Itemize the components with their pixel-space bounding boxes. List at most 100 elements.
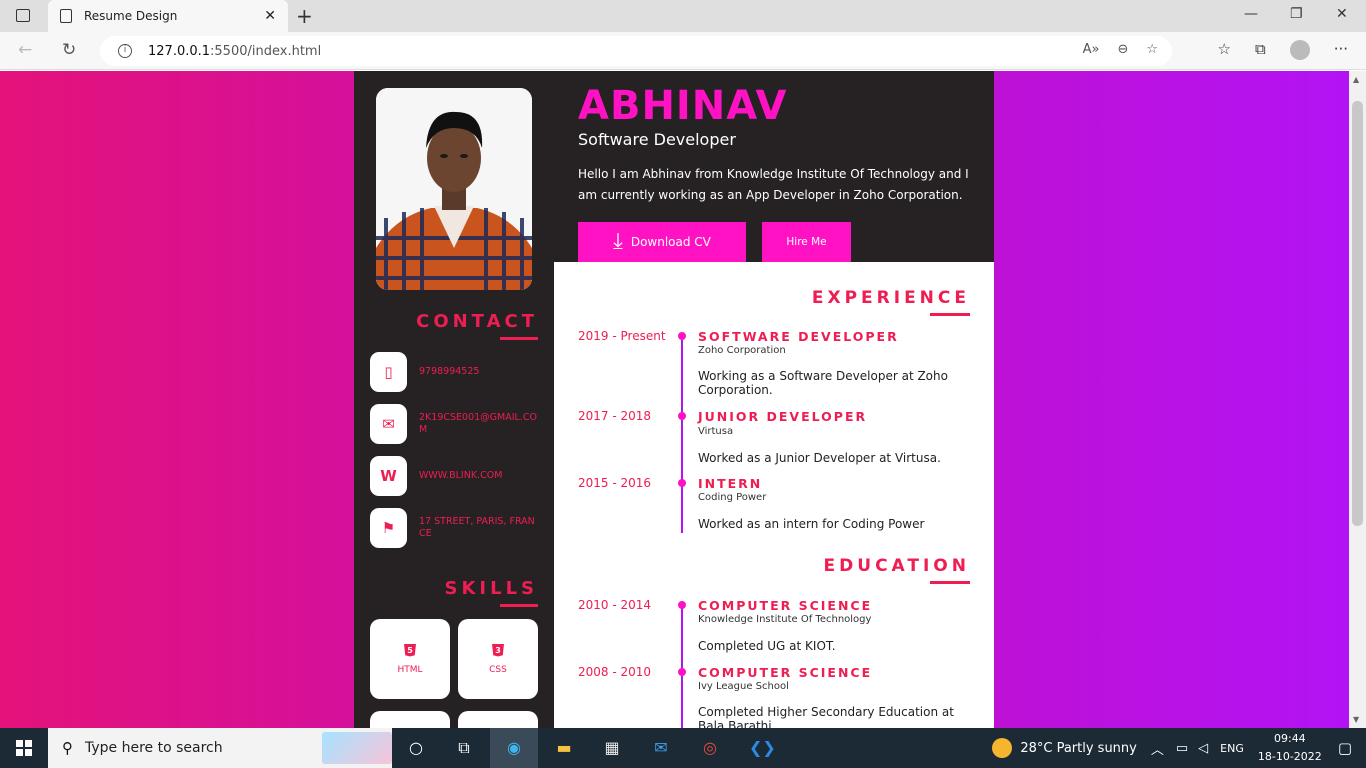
contact-phone[interactable]: ▯ 9798994525 bbox=[370, 352, 542, 392]
download-icon: ⤓ bbox=[613, 229, 623, 254]
browser-tab[interactable]: Resume Design ✕ bbox=[48, 0, 288, 32]
experience-org: Coding Power bbox=[698, 492, 767, 503]
scroll-up-icon[interactable]: ▲ bbox=[1353, 75, 1359, 84]
tray-overflow-icon[interactable]: ︿ bbox=[1151, 739, 1164, 758]
person-name: ABHINAV bbox=[578, 83, 788, 129]
education-timeline-line bbox=[681, 601, 683, 728]
tab-close-button[interactable]: ✕ bbox=[264, 8, 276, 24]
url-text[interactable]: 127.0.0.1:5500/index.html bbox=[148, 44, 321, 59]
education-years: 2008 - 2010 bbox=[578, 665, 652, 679]
resume-card: CONTACT ▯ 9798994525 ✉ 2K19CSE001@GMAIL.… bbox=[354, 71, 994, 728]
hire-me-button[interactable]: Hire Me bbox=[762, 222, 851, 262]
skill-card[interactable] bbox=[458, 711, 538, 728]
chrome-icon[interactable]: ◎ bbox=[699, 738, 721, 758]
contact-address[interactable]: ⚑ 17 STREET, PARIS, FRANCE bbox=[370, 508, 542, 548]
page-icon bbox=[60, 9, 72, 23]
phone-icon: ▯ bbox=[370, 352, 407, 392]
clock-time: 09:44 bbox=[1273, 732, 1306, 745]
download-cv-label: Download CV bbox=[630, 235, 711, 249]
reload-button[interactable]: ↻ bbox=[62, 40, 76, 60]
weather-icon[interactable] bbox=[992, 738, 1013, 758]
skill-label: CSS bbox=[489, 664, 507, 675]
vscode-icon[interactable]: ❮❯ bbox=[749, 738, 776, 758]
experience-org: Virtusa bbox=[698, 426, 734, 437]
cortana-icon[interactable]: ○ bbox=[405, 738, 427, 758]
timeline-dot bbox=[678, 479, 686, 487]
task-view-icon[interactable]: ⧉ bbox=[453, 738, 475, 758]
url-field[interactable]: i 127.0.0.1:5500/index.html A» ⊖ ☆ bbox=[100, 36, 1172, 66]
skill-card-css[interactable]: 3 CSS bbox=[458, 619, 538, 699]
zoom-icon[interactable]: ⊖ bbox=[1117, 42, 1128, 57]
read-aloud-icon[interactable]: A» bbox=[1083, 42, 1100, 57]
education-heading: EDUCATION bbox=[823, 556, 971, 584]
close-window-button[interactable]: ✕ bbox=[1336, 6, 1348, 22]
new-tab-button[interactable]: + bbox=[296, 4, 313, 28]
volume-icon[interactable]: ◁ bbox=[1198, 741, 1208, 756]
windows-start-icon[interactable] bbox=[16, 740, 32, 756]
skills-heading: SKILLS bbox=[444, 578, 538, 607]
experience-title: INTERN bbox=[698, 476, 763, 491]
person-role: Software Developer bbox=[578, 130, 736, 149]
profile-avatar[interactable] bbox=[1289, 40, 1310, 60]
experience-years: 2017 - 2018 bbox=[578, 409, 652, 423]
mail-icon: ✉ bbox=[370, 404, 407, 444]
experience-desc: Working as a Software Developer at Zoho … bbox=[698, 369, 948, 397]
taskbar: ⚲ Type here to search ○ ⧉ ◉ ▬ ▦ ✉ ◎ ❮❯ 2… bbox=[0, 728, 1366, 768]
skill-label: HTML bbox=[397, 664, 423, 675]
experience-desc: Worked as a Junior Developer at Virtusa. bbox=[698, 451, 941, 465]
add-favorite-icon[interactable]: ☆ bbox=[1146, 42, 1158, 57]
hero-section: ABHINAV Software Developer Hello I am Ab… bbox=[554, 71, 994, 262]
contact-address-text: 17 STREET, PARIS, FRANCE bbox=[419, 516, 535, 539]
contact-website[interactable]: W WWW.BLINK.COM bbox=[370, 456, 542, 496]
resume-sidebar: CONTACT ▯ 9798994525 ✉ 2K19CSE001@GMAIL.… bbox=[354, 71, 554, 728]
experience-desc: Worked as an intern for Coding Power bbox=[698, 517, 925, 531]
tab-actions-icon[interactable] bbox=[16, 9, 30, 22]
timeline-dot bbox=[678, 332, 686, 340]
restore-button[interactable]: ❐ bbox=[1290, 6, 1303, 22]
education-years: 2010 - 2014 bbox=[578, 598, 652, 612]
weather-text[interactable]: 28°C Partly sunny bbox=[1020, 741, 1137, 756]
tab-title: Resume Design bbox=[84, 9, 178, 23]
minimize-button[interactable]: — bbox=[1244, 6, 1258, 22]
profile-photo bbox=[376, 88, 532, 290]
back-button[interactable]: ← bbox=[18, 40, 32, 60]
store-icon[interactable]: ▦ bbox=[601, 738, 623, 758]
html5-icon: 5 bbox=[404, 643, 416, 657]
contact-email[interactable]: ✉ 2K19CSE001@GMAIL.COM bbox=[370, 404, 542, 444]
experience-org: Zoho Corporation bbox=[698, 345, 786, 356]
page-scrollbar[interactable]: ▲ ▼ bbox=[1349, 71, 1366, 728]
favorites-icon[interactable]: ☆ bbox=[1218, 40, 1231, 60]
collections-icon[interactable]: ⧉ bbox=[1255, 40, 1266, 60]
education-title: COMPUTER SCIENCE bbox=[698, 665, 873, 680]
mail-app-icon[interactable]: ✉ bbox=[650, 738, 672, 758]
timeline-dot bbox=[678, 601, 686, 609]
info-icon[interactable]: i bbox=[118, 44, 132, 58]
contact-phone-text: 9798994525 bbox=[419, 366, 480, 377]
download-cv-button[interactable]: ⤓ Download CV bbox=[578, 222, 746, 262]
file-explorer-icon[interactable]: ▬ bbox=[553, 738, 575, 758]
scrollbar-thumb[interactable] bbox=[1352, 101, 1363, 526]
more-menu-button[interactable]: ··· bbox=[1334, 40, 1348, 60]
signpost-icon: ⚑ bbox=[370, 508, 407, 548]
education-org: Ivy League School bbox=[698, 681, 789, 692]
contact-heading: CONTACT bbox=[416, 311, 538, 340]
education-title: COMPUTER SCIENCE bbox=[698, 598, 873, 613]
contact-website-text: WWW.BLINK.COM bbox=[419, 470, 503, 481]
search-highlight-image bbox=[322, 732, 392, 764]
language-indicator[interactable]: ENG bbox=[1220, 742, 1244, 755]
edge-icon[interactable]: ◉ bbox=[503, 738, 525, 758]
experience-heading: EXPERIENCE bbox=[811, 288, 971, 316]
education-desc: Completed Higher Secondary Education at … bbox=[698, 705, 954, 728]
timeline-dot bbox=[678, 412, 686, 420]
skill-card-html[interactable]: 5 HTML bbox=[370, 619, 450, 699]
skill-card[interactable] bbox=[370, 711, 450, 728]
notifications-icon[interactable]: ▢ bbox=[1338, 739, 1352, 757]
experience-years: 2015 - 2016 bbox=[578, 476, 652, 490]
css3-icon: 3 bbox=[492, 643, 504, 657]
search-icon: ⚲ bbox=[62, 739, 73, 757]
taskbar-search[interactable]: ⚲ Type here to search bbox=[48, 728, 392, 768]
timeline-dot bbox=[678, 668, 686, 676]
network-icon[interactable]: ▭ bbox=[1176, 741, 1188, 756]
clock[interactable]: 09:44 18-10-2022 bbox=[1258, 730, 1322, 766]
scroll-down-icon[interactable]: ▼ bbox=[1353, 715, 1359, 724]
